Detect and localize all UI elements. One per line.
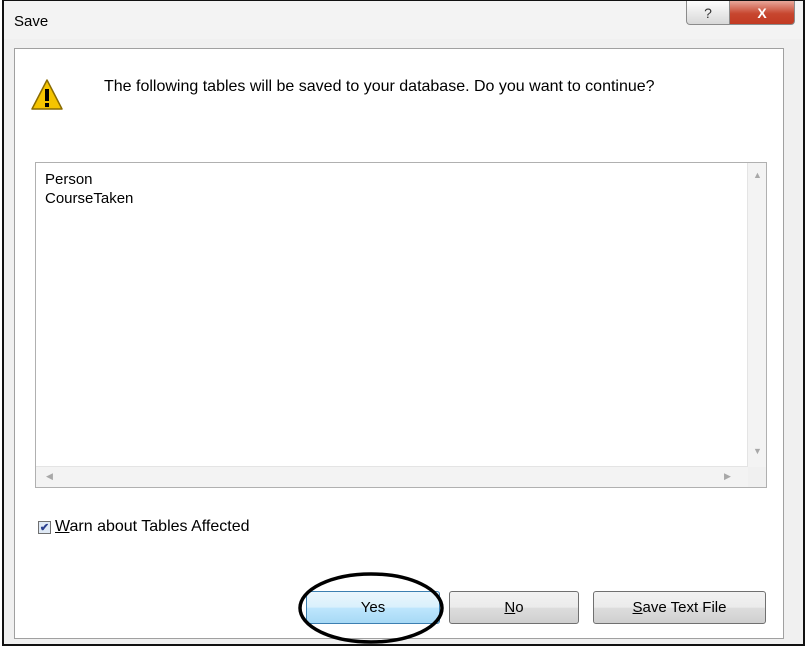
no-button-label-rest: o	[515, 599, 524, 616]
scrollbar-corner	[748, 467, 766, 487]
help-button[interactable]: ?	[686, 1, 730, 25]
no-button[interactable]: No	[449, 591, 579, 624]
tables-listbox[interactable]: Person CourseTaken ▲ ▼ ◀ ▶	[35, 162, 767, 488]
warn-checkbox-label[interactable]: Warn about Tables Affected	[55, 518, 250, 536]
list-item[interactable]: Person	[45, 171, 93, 188]
mnemonic-n: N	[504, 599, 516, 616]
close-button[interactable]: X	[729, 1, 795, 25]
save-text-file-button[interactable]: Save Text File	[593, 591, 766, 624]
yes-button[interactable]: Yes	[306, 591, 440, 624]
list-item[interactable]: CourseTaken	[45, 190, 133, 207]
window-title: Save	[14, 13, 49, 30]
close-icon: X	[757, 4, 767, 21]
save-button-label-rest: ave Text File	[642, 599, 727, 616]
warning-icon	[31, 79, 63, 110]
help-icon: ?	[704, 4, 712, 21]
warn-checkbox-row[interactable]: ✔ Warn about Tables Affected	[38, 518, 250, 536]
confirmation-message: The following tables will be saved to yo…	[104, 78, 655, 95]
mnemonic-s: S	[632, 599, 643, 616]
scroll-up-icon[interactable]: ▲	[753, 171, 762, 180]
warn-checkbox[interactable]: ✔	[38, 520, 51, 534]
mnemonic-w: W	[55, 518, 70, 535]
scroll-left-icon[interactable]: ◀	[46, 472, 53, 481]
scroll-right-icon[interactable]: ▶	[724, 472, 731, 481]
vertical-scrollbar[interactable]: ▲ ▼	[747, 163, 766, 467]
title-bar: Save ? X	[4, 1, 803, 39]
scroll-down-icon[interactable]: ▼	[753, 447, 762, 456]
warn-checkbox-label-rest: arn about Tables Affected	[69, 518, 250, 535]
horizontal-scrollbar[interactable]: ◀ ▶	[36, 466, 748, 487]
